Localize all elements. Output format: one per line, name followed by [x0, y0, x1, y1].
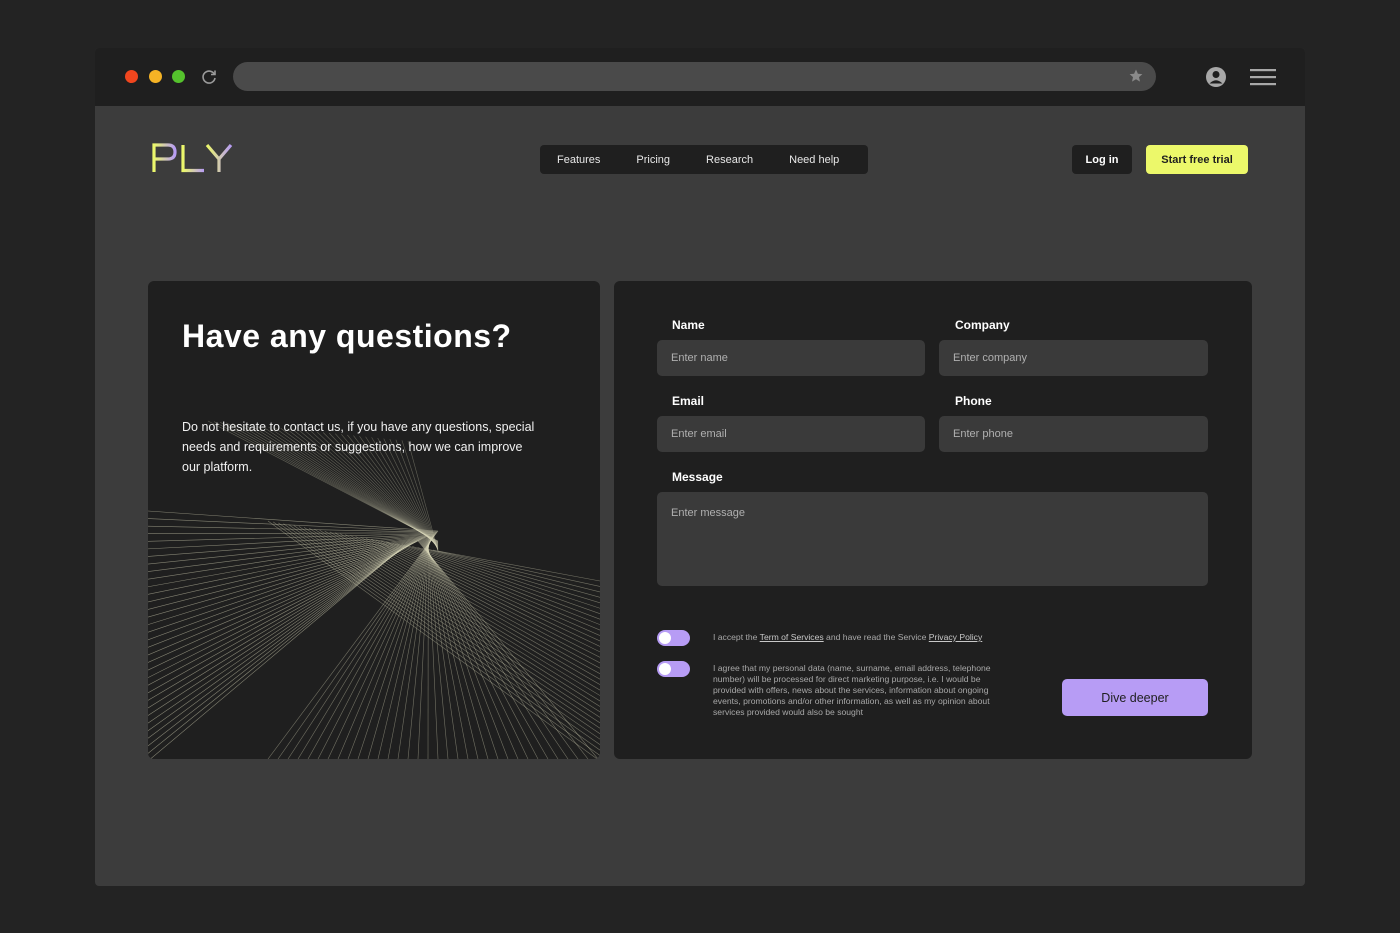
login-button[interactable]: Log in [1072, 145, 1132, 174]
toggle-knob [659, 663, 671, 675]
contact-form: Name Company Email Phone Message I accep… [614, 281, 1252, 759]
reload-icon[interactable] [199, 67, 219, 87]
terms-middle: and have read the Service [823, 632, 929, 642]
hamburger-menu-icon[interactable] [1250, 67, 1276, 87]
toggle-knob [659, 632, 671, 644]
maximize-window-button[interactable] [172, 70, 185, 83]
minimize-window-button[interactable] [149, 70, 162, 83]
intro-description: Do not hesitate to contact us, if you ha… [182, 420, 535, 474]
intro-card: Have any questions? Do not hesitate to c… [148, 281, 600, 759]
terms-prefix: I accept the [713, 632, 760, 642]
dive-deeper-button[interactable]: Dive deeper [1062, 679, 1208, 716]
main-nav: Features Pricing Research Need help [540, 145, 868, 174]
profile-icon[interactable] [1205, 66, 1227, 88]
company-input[interactable] [939, 340, 1208, 376]
page-title: Have any questions? [182, 318, 512, 354]
company-label: Company [955, 318, 1010, 332]
email-input[interactable] [657, 416, 925, 452]
marketing-toggle[interactable] [657, 661, 690, 677]
nav-need-help[interactable]: Need help [789, 154, 839, 166]
address-bar[interactable] [233, 62, 1156, 91]
privacy-policy-link[interactable]: Privacy Policy [929, 632, 982, 642]
phone-label: Phone [955, 394, 992, 408]
marketing-consent-text: I agree that my personal data (name, sur… [713, 663, 991, 717]
name-label: Name [672, 318, 705, 332]
close-window-button[interactable] [125, 70, 138, 83]
email-label: Email [672, 394, 705, 408]
phone-input[interactable] [939, 416, 1208, 452]
start-free-trial-button[interactable]: Start free trial [1146, 145, 1248, 174]
browser-toolbar [95, 48, 1305, 106]
ply-logo[interactable] [151, 140, 235, 176]
name-input[interactable] [657, 340, 925, 376]
terms-consent-text: I accept the Term of Services and have r… [713, 632, 1013, 643]
star-icon[interactable] [1128, 68, 1144, 84]
nav-pricing[interactable]: Pricing [636, 154, 670, 166]
terms-toggle[interactable] [657, 630, 690, 646]
message-textarea[interactable] [657, 492, 1208, 586]
nav-research[interactable]: Research [706, 154, 753, 166]
browser-window: Features Pricing Research Need help Log … [95, 48, 1305, 886]
terms-of-service-link[interactable]: Term of Services [760, 632, 824, 642]
message-label: Message [672, 470, 723, 484]
nav-features[interactable]: Features [557, 154, 600, 166]
